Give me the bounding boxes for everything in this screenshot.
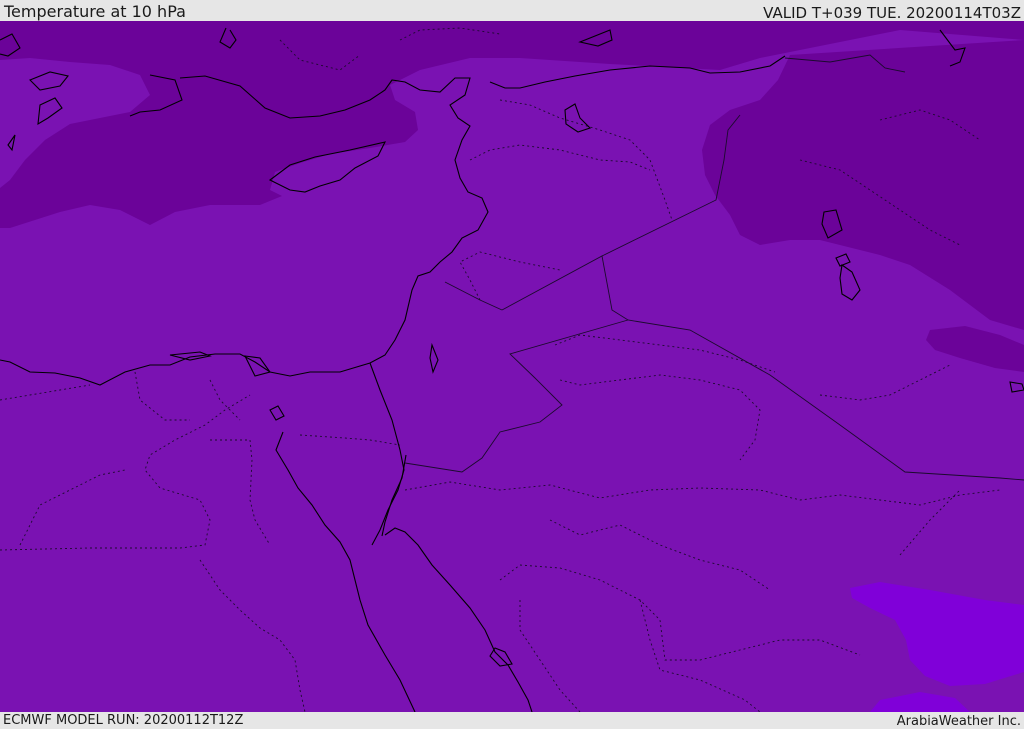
header-bar: Temperature at 10 hPa VALID T+039 TUE. 2…: [0, 0, 1024, 21]
forecast-map-figure: Temperature at 10 hPa VALID T+039 TUE. 2…: [0, 0, 1024, 729]
valid-time: VALID T+039 TUE. 20200114T03Z: [763, 4, 1021, 22]
map-svg: [0, 21, 1024, 712]
map-panel: [0, 21, 1024, 712]
credit-label: ArabiaWeather Inc.: [896, 714, 1021, 729]
map-title: Temperature at 10 hPa: [4, 2, 186, 21]
model-run-label: ECMWF MODEL RUN: 20200112T12Z: [3, 713, 244, 728]
footer-bar: ECMWF MODEL RUN: 20200112T12Z ArabiaWeat…: [0, 712, 1024, 729]
